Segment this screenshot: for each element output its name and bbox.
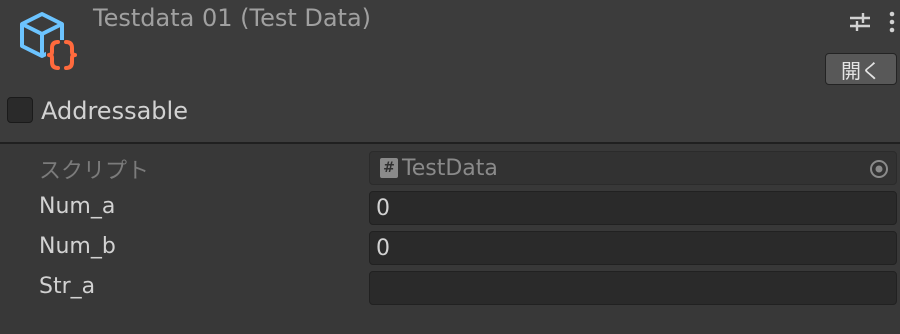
header-divider (0, 142, 900, 144)
num-b-label: Num_b (39, 234, 116, 259)
kebab-menu-icon[interactable] (880, 10, 900, 34)
num-a-value: 0 (376, 195, 390, 221)
inspector-panel: Testdata 01 (Test Data) 開く Addressable ス… (0, 0, 900, 334)
hash-icon: # (380, 158, 398, 178)
num-b-value: 0 (376, 235, 390, 261)
str-a-label: Str_a (39, 274, 96, 299)
num-a-label: Num_a (39, 194, 116, 219)
script-object-field: # TestData (369, 151, 897, 185)
num-a-field[interactable]: 0 (369, 191, 897, 225)
sliders-icon[interactable] (848, 10, 872, 34)
asset-title: Testdata 01 (Test Data) (93, 4, 372, 32)
num-b-field[interactable]: 0 (369, 231, 897, 265)
scriptable-object-icon (16, 10, 80, 74)
object-picker-icon[interactable] (868, 158, 890, 180)
inspector-header: Testdata 01 (Test Data) 開く Addressable (0, 0, 900, 142)
addressable-label: Addressable (41, 97, 188, 125)
script-label: スクリプト (39, 159, 150, 184)
script-value: TestData (402, 155, 498, 181)
open-button[interactable]: 開く (825, 53, 897, 85)
addressable-checkbox[interactable] (7, 97, 33, 123)
str-a-field[interactable] (369, 271, 897, 305)
